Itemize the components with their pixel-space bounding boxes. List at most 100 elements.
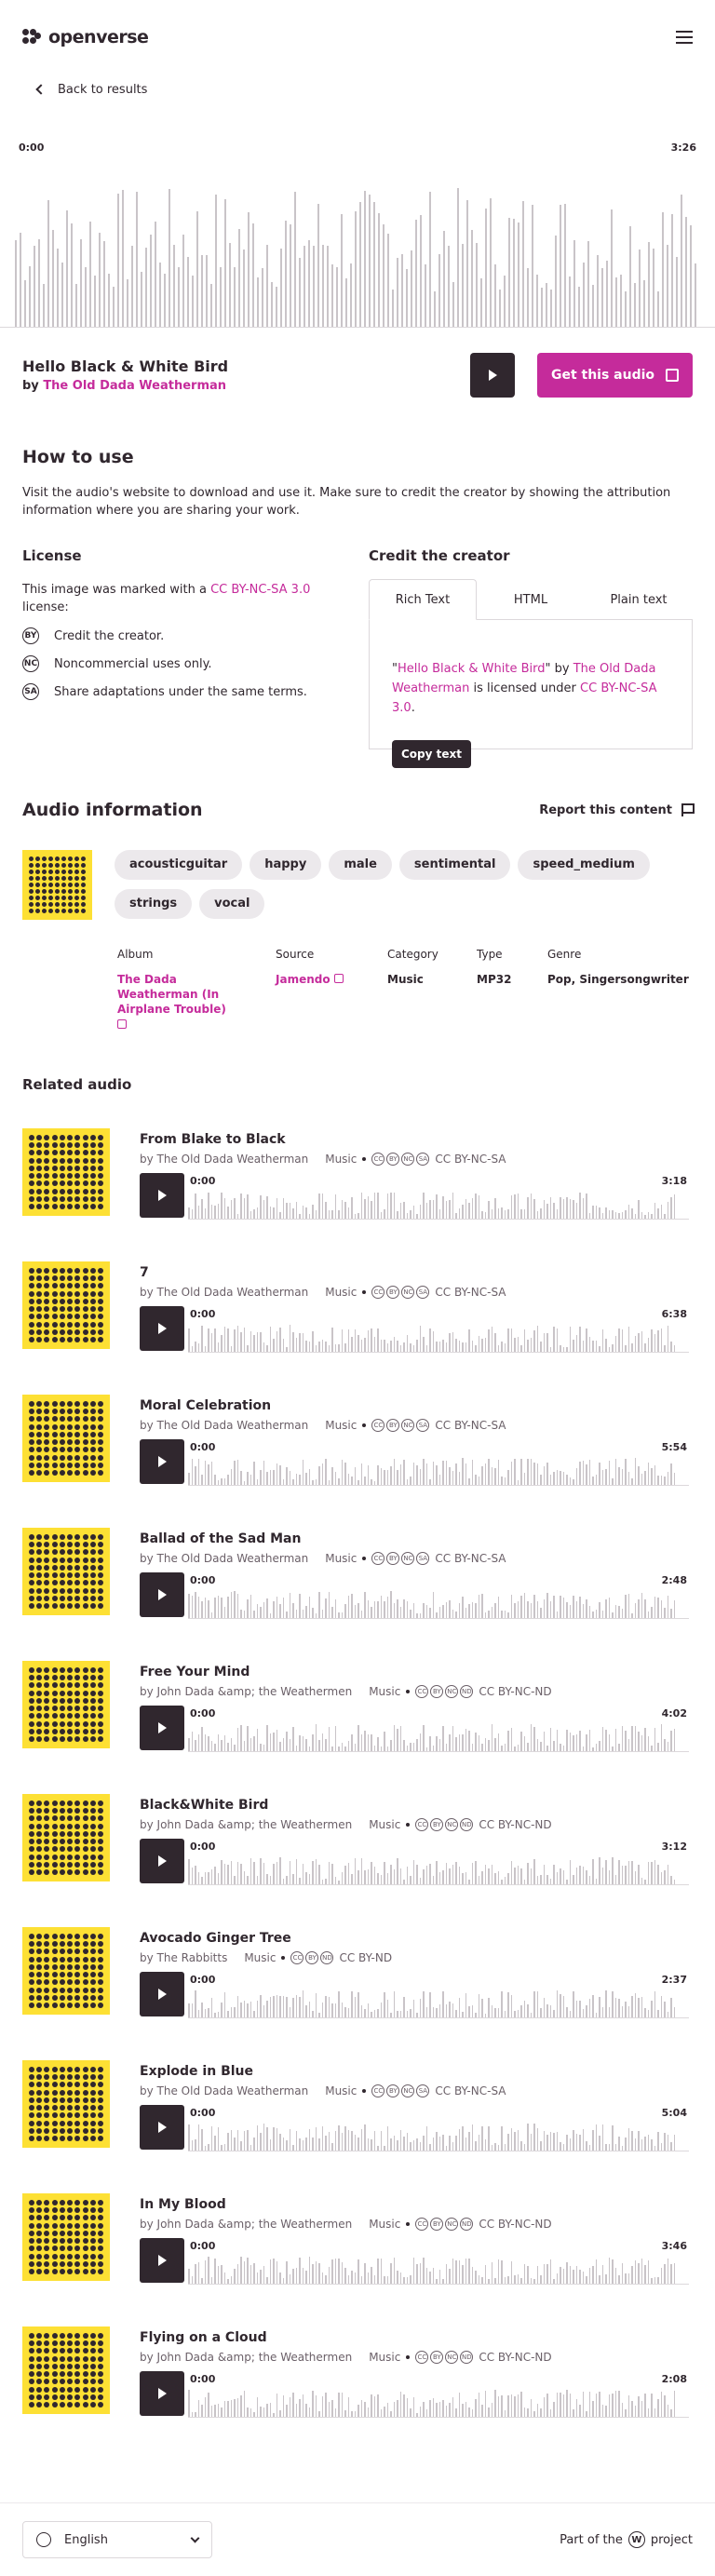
report-content-button[interactable]: Report this content	[539, 803, 695, 817]
related-title[interactable]: Free Your Mind	[140, 1665, 693, 1679]
language-select[interactable]: English	[22, 2521, 212, 2558]
work-title-link[interactable]: Hello Black & White Bird	[398, 662, 546, 676]
related-play-button[interactable]	[140, 2105, 184, 2150]
thumbnail-dot	[51, 2066, 58, 2072]
waveform-bar	[360, 2004, 362, 2017]
related-title[interactable]: Moral Celebration	[140, 1398, 693, 1413]
tag-chip[interactable]: male	[329, 850, 392, 880]
thumbnail-dot	[98, 1290, 104, 1297]
related-audio-item[interactable]: Avocado Ginger Tree by The Rabbitts Musi…	[22, 1927, 693, 2060]
waveform-bar	[299, 1332, 301, 1352]
thumbnail-dot	[54, 889, 60, 895]
tab-html[interactable]: HTML	[477, 579, 585, 620]
tag-chip[interactable]: sentimental	[398, 850, 511, 880]
tag-chip[interactable]: happy	[250, 850, 322, 880]
thumbnail-dot	[28, 2136, 34, 2142]
tag-chip[interactable]: acousticguitar	[115, 850, 243, 880]
waveform-bar	[601, 1610, 603, 1618]
menu-icon[interactable]	[676, 31, 693, 44]
get-this-audio-button[interactable]: Get this audio	[537, 353, 693, 398]
openverse-logo[interactable]: openverse	[22, 27, 149, 47]
related-play-button[interactable]	[140, 1972, 184, 2016]
back-to-results-link[interactable]: Back to results	[0, 74, 715, 104]
play-icon	[157, 1589, 167, 1600]
thumbnail-dot	[90, 1454, 97, 1461]
waveform-bar	[569, 2394, 571, 2417]
related-waveform[interactable]: 0:00 2:08	[184, 2371, 693, 2418]
related-audio-item[interactable]: Ballad of the Sad Man by The Old Dada We…	[22, 1528, 693, 1661]
creator-link[interactable]: The Old Dada Weatherman	[43, 379, 226, 393]
related-play-button[interactable]	[140, 1306, 184, 1351]
wordpress-project-link[interactable]: Part of the W project	[560, 2531, 693, 2548]
copy-text-button[interactable]: Copy text	[392, 740, 471, 768]
thumbnail-dot	[51, 1541, 58, 1547]
waveform-bar	[360, 1857, 362, 1884]
album-link[interactable]: The Dada Weatherman (In Airplane Trouble…	[117, 972, 229, 1017]
thumbnail-dot	[35, 1580, 42, 1586]
related-audio-item[interactable]: Explode in Blue by The Old Dada Weatherm…	[22, 2060, 693, 2193]
tag-chip[interactable]: vocal	[199, 888, 265, 919]
related-audio-item[interactable]: Black&White Bird by John Dada &amp; the …	[22, 1794, 693, 1927]
waveform-bar	[412, 2000, 414, 2017]
related-waveform[interactable]: 0:00 5:54	[184, 1439, 693, 1486]
waveform-bar	[312, 1330, 314, 1352]
related-title[interactable]: Explode in Blue	[140, 2064, 693, 2079]
thumbnail-dot	[44, 2355, 50, 2362]
waveform-bar	[412, 1602, 414, 1618]
waveform-bar	[317, 204, 319, 327]
waveform-bar	[605, 1338, 607, 1352]
license-link[interactable]: CC BY-NC-SA 3.0	[210, 583, 310, 597]
related-title[interactable]: 7	[140, 1265, 693, 1280]
related-license: CC BY-NC-SA	[435, 1552, 506, 1565]
source-link[interactable]: Jamendo	[276, 972, 387, 987]
tab-plain-text[interactable]: Plain text	[585, 579, 693, 620]
tag-chip[interactable]: strings	[115, 888, 193, 919]
related-waveform[interactable]: 0:00 6:38	[184, 1306, 693, 1353]
related-play-button[interactable]	[140, 2238, 184, 2283]
audio-waveform[interactable]: 0:00 3:26	[0, 142, 715, 328]
waveform-bar	[321, 1879, 323, 1884]
related-audio-item[interactable]: 7 by The Old Dada Weatherman Music CC BY N…	[22, 1261, 693, 1395]
related-title[interactable]: From Blake to Black	[140, 1132, 693, 1147]
related-waveform[interactable]: 0:00 5:04	[184, 2105, 693, 2151]
waveform-bar	[501, 1880, 503, 1884]
waveform-bar	[625, 2409, 627, 2417]
waveform-bar	[481, 1871, 483, 1884]
related-play-button[interactable]	[140, 1572, 184, 1617]
related-title[interactable]: In My Blood	[140, 2197, 693, 2212]
related-play-button[interactable]	[140, 1839, 184, 1883]
play-button[interactable]	[470, 353, 515, 398]
related-play-button[interactable]	[140, 1439, 184, 1484]
waveform-bar	[188, 1472, 190, 1485]
related-waveform[interactable]: 0:00 3:18	[184, 1173, 693, 1220]
thumbnail-dot	[44, 1815, 50, 1822]
related-audio-item[interactable]: In My Blood by John Dada &amp; the Weath…	[22, 2193, 693, 2326]
related-waveform[interactable]: 0:00 2:48	[184, 1572, 693, 1619]
thumbnail-dot	[51, 1290, 58, 1297]
thumbnail-dot	[59, 2394, 65, 2401]
waveform-bar	[654, 1728, 655, 1751]
related-title[interactable]: Black&White Bird	[140, 1798, 693, 1813]
related-waveform[interactable]: 0:00 2:37	[184, 1972, 693, 2018]
related-title[interactable]: Ballad of the Sad Man	[140, 1531, 693, 1546]
related-audio-item[interactable]: From Blake to Black by The Old Dada Weat…	[22, 1128, 693, 1261]
related-audio-item[interactable]: Flying on a Cloud by John Dada &amp; the…	[22, 2326, 693, 2460]
tag-chip[interactable]: speed_medium	[518, 850, 650, 880]
waveform-bar	[223, 2400, 225, 2417]
related-audio-item[interactable]: Moral Celebration by The Old Dada Weathe…	[22, 1395, 693, 1528]
related-play-button[interactable]	[140, 1706, 184, 1750]
thumbnail-dot	[98, 1697, 104, 1704]
related-title[interactable]: Flying on a Cloud	[140, 2330, 693, 2345]
related-play-button[interactable]	[140, 1173, 184, 1218]
related-waveform[interactable]: 0:00 4:02	[184, 1706, 693, 1752]
thumbnail-dot	[67, 1800, 74, 1806]
related-waveform[interactable]: 0:00 3:12	[184, 1839, 693, 1885]
related-title[interactable]: Avocado Ginger Tree	[140, 1931, 693, 1946]
related-waveform[interactable]: 0:00 3:46	[184, 2238, 693, 2285]
related-play-button[interactable]	[140, 2371, 184, 2416]
waveform-bar	[664, 1608, 666, 1618]
thumbnail-dot	[51, 1134, 58, 1140]
related-audio-item[interactable]: Free Your Mind by John Dada &amp; the We…	[22, 1661, 693, 1794]
thumbnail-dot	[51, 2199, 58, 2205]
tab-rich-text[interactable]: Rich Text	[369, 579, 477, 620]
